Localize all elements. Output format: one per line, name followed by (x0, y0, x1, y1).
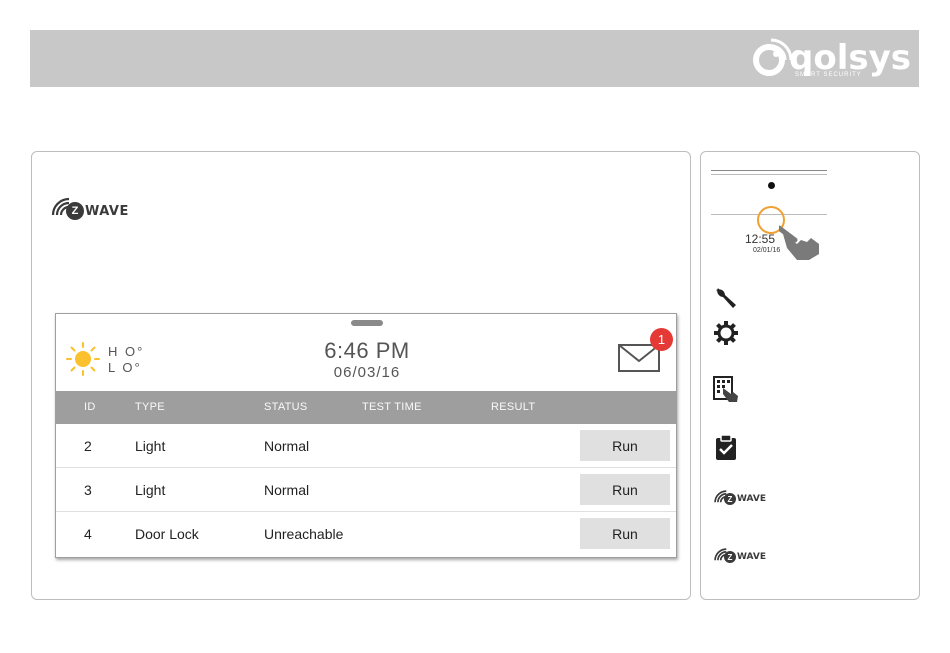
column-header-status: STATUS (264, 401, 308, 413)
row-type: Light (135, 482, 166, 498)
row-status: Unreachable (264, 526, 344, 542)
qolsys-logo: qolsys SMART SECURITY (751, 36, 911, 82)
table-header: ID TYPE STATUS TEST TIME RESULT (56, 391, 676, 424)
table-row: 3 Light Normal Run (56, 468, 676, 512)
zwave-icon: Z WAVE (713, 486, 766, 505)
logo-subtitle: SMART SECURITY (795, 72, 862, 78)
mini-date: 02/01/16 (753, 247, 781, 254)
row-type: Light (135, 438, 166, 454)
hand-pointer-icon (779, 225, 819, 260)
column-header-type: TYPE (135, 401, 165, 413)
panel-screen: H O° L O° 6:46 PM 06/03/16 1 ID TYPE STA… (55, 313, 677, 558)
touch-grid-icon (713, 376, 738, 402)
table-row: 2 Light Normal Run (56, 424, 676, 468)
table-row: 4 Door Lock Unreachable Run (56, 512, 676, 556)
zwave-text: WAVE (85, 203, 129, 219)
mini-divider (711, 170, 827, 171)
mini-divider (711, 174, 827, 175)
zwave-text: WAVE (737, 552, 766, 562)
column-header-result: RESULT (491, 401, 536, 413)
run-button[interactable]: Run (580, 430, 670, 461)
clock-time: 6:46 PM (324, 338, 410, 363)
pull-down-handle[interactable] (351, 320, 383, 326)
side-panel: 12:55 02/01/16 Z WAVE Z WAVE (700, 151, 920, 600)
column-header-id: ID (84, 401, 96, 413)
zwave-text: WAVE (737, 494, 766, 504)
zwave-z-letter: Z (66, 202, 84, 220)
zwave-z-letter: Z (724, 551, 736, 563)
mini-time: 12:55 (745, 232, 776, 246)
zwave-icon: Z WAVE (713, 544, 766, 563)
message-count-badge: 1 (650, 328, 673, 351)
gear-icon (714, 321, 738, 345)
header-bar: qolsys SMART SECURITY (30, 30, 919, 87)
clock-date: 06/03/16 (333, 364, 401, 381)
row-id: 3 (84, 482, 92, 498)
column-header-test-time: TEST TIME (362, 401, 422, 413)
mini-panel-preview: 12:55 02/01/16 (711, 170, 827, 265)
row-id: 4 (84, 526, 92, 542)
page: qolsys SMART SECURITY Z WAVE H O° L O° 6… (0, 0, 950, 653)
wrench-icon (716, 288, 736, 308)
clipboard-check-icon (716, 434, 736, 460)
run-button[interactable]: Run (580, 518, 670, 549)
zwave-z-letter: Z (724, 493, 736, 505)
run-button[interactable]: Run (580, 474, 670, 505)
row-type: Door Lock (135, 526, 199, 542)
mini-dot (768, 182, 775, 189)
main-panel: Z WAVE H O° L O° 6:46 PM 06/03/16 1 ID T… (31, 151, 691, 600)
zwave-logo: Z WAVE (50, 192, 129, 220)
row-id: 2 (84, 438, 92, 454)
row-status: Normal (264, 438, 310, 454)
row-status: Normal (264, 482, 310, 498)
